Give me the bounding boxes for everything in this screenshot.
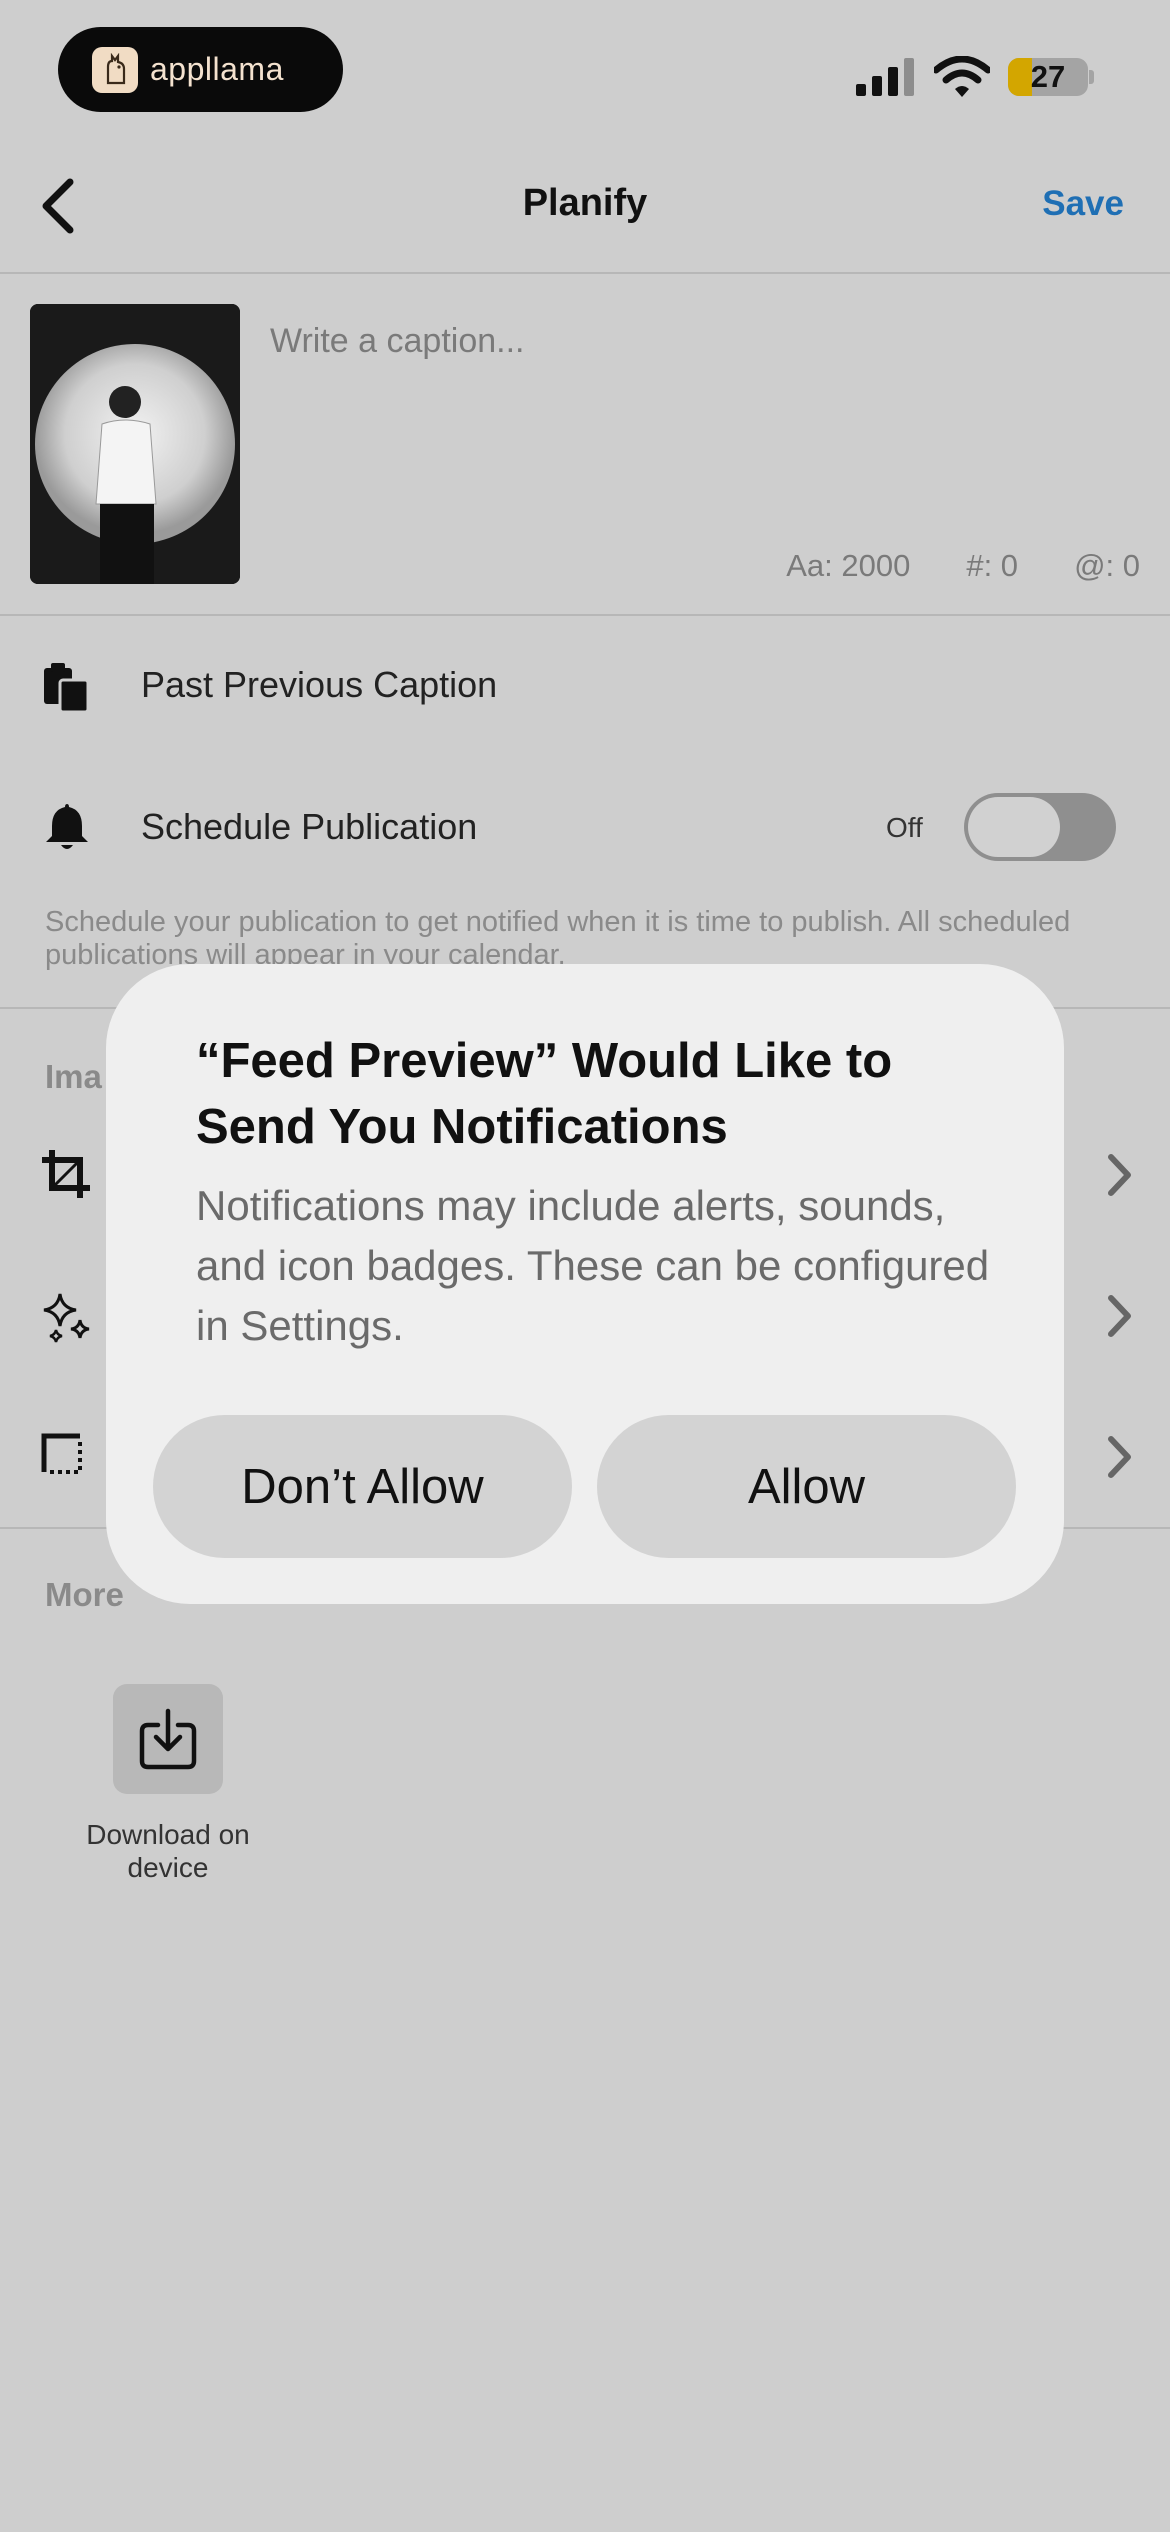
app-badge[interactable]: appllama	[58, 27, 343, 112]
divider	[0, 614, 1170, 616]
dialog-message: Notifications may include alerts, sounds…	[196, 1182, 990, 1349]
download-icon	[139, 1708, 197, 1770]
battery-level: 27	[1030, 59, 1066, 94]
allow-button[interactable]: Allow	[597, 1415, 1016, 1558]
app-badge-label: appllama	[150, 51, 284, 87]
page-title: Planify	[522, 182, 648, 224]
notification-permission-dialog: “Feed Preview” Would Like to Send You No…	[106, 964, 1064, 1604]
bell-icon	[46, 804, 88, 849]
battery-tip	[1089, 70, 1094, 84]
download-button[interactable]	[113, 1684, 223, 1794]
portrait-image	[30, 304, 240, 584]
wifi-icon	[934, 56, 990, 97]
frame-icon[interactable]	[40, 1432, 84, 1476]
cellular-signal-icon	[856, 58, 914, 96]
download-label: Download on device	[86, 1819, 250, 1883]
mention-count: @: 0	[1074, 548, 1140, 583]
dialog-title: “Feed Preview” Would Like to Send You No…	[196, 1034, 893, 1154]
divider	[0, 272, 1170, 274]
chevron-right-icon[interactable]	[1106, 1434, 1134, 1480]
chevron-right-icon[interactable]	[1106, 1152, 1134, 1198]
more-section-label: More	[45, 1576, 124, 1613]
crop-icon[interactable]	[40, 1148, 92, 1200]
dont-allow-button[interactable]: Don’t Allow	[153, 1415, 572, 1558]
image-section-label: Ima	[45, 1058, 102, 1095]
schedule-publication-label: Schedule Publication	[141, 806, 478, 847]
paste-previous-caption-button[interactable]: Past Previous Caption	[141, 664, 497, 706]
toggle-knob	[968, 797, 1060, 857]
schedule-toggle[interactable]	[964, 793, 1116, 861]
llama-logo-icon	[92, 46, 138, 93]
post-thumbnail[interactable]	[30, 304, 240, 584]
battery-icon: 27	[1008, 58, 1088, 96]
clipboard-icon	[44, 663, 90, 714]
caption-counters: Aa: 2000 #: 0 @: 0	[786, 548, 1140, 584]
hashtag-count: #: 0	[966, 548, 1019, 583]
schedule-hint: Schedule your publication to get notifie…	[45, 906, 1071, 971]
save-button[interactable]: Save	[1042, 184, 1124, 224]
caption-input[interactable]: Write a caption...	[270, 322, 525, 361]
toggle-state-label: Off	[886, 812, 923, 843]
chevron-right-icon[interactable]	[1106, 1293, 1134, 1339]
sparkles-icon[interactable]	[40, 1290, 94, 1344]
character-count: Aa: 2000	[786, 548, 911, 583]
